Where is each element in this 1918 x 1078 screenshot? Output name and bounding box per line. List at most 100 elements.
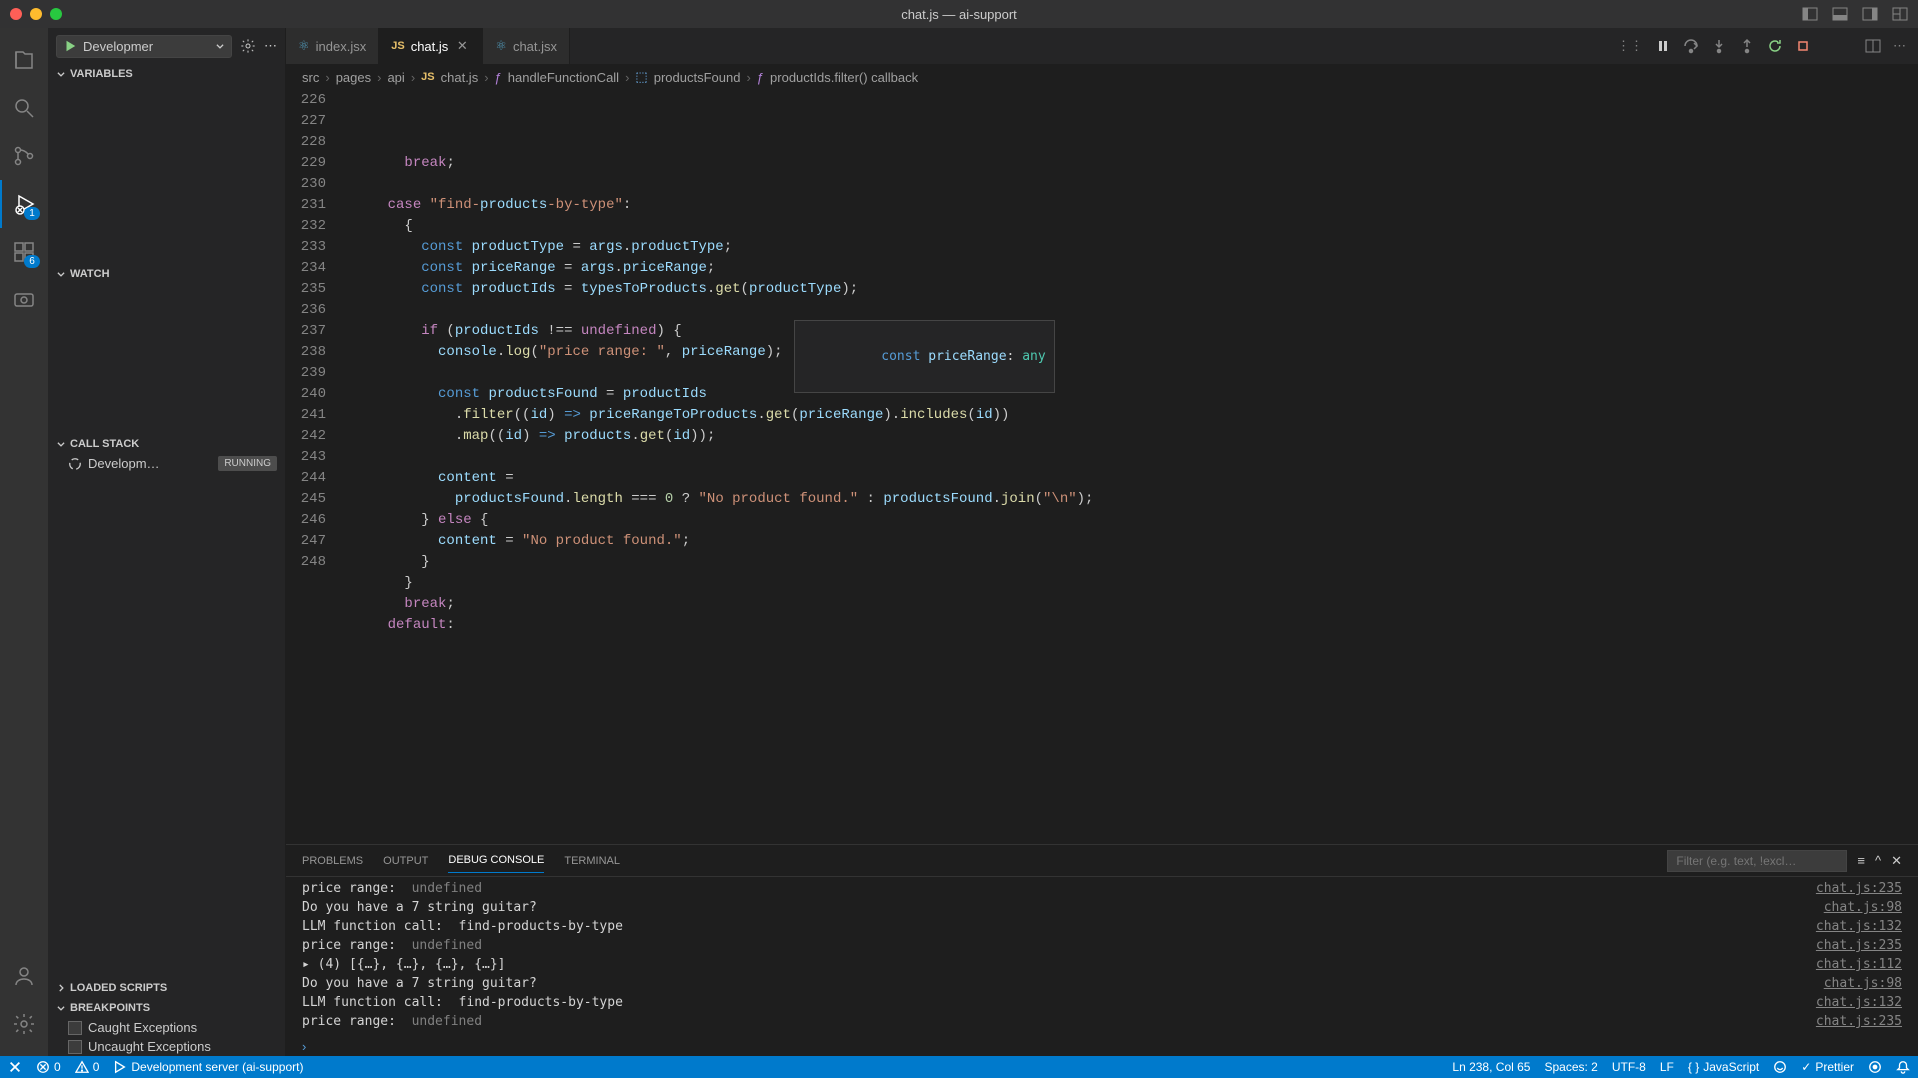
layout-sidebar-left-icon[interactable]: [1802, 6, 1818, 22]
chevron-down-icon: [215, 41, 225, 51]
gear-icon[interactable]: [240, 38, 256, 54]
chevron-down-icon: [56, 269, 66, 279]
chevron-down-icon: [56, 1003, 66, 1013]
source-control-icon[interactable]: [0, 132, 48, 180]
remote-indicator[interactable]: [8, 1060, 22, 1074]
tab-index-jsx[interactable]: ⚛ index.jsx: [286, 28, 379, 64]
pause-button[interactable]: [1655, 38, 1671, 54]
more-icon[interactable]: ⋯: [1893, 38, 1906, 54]
feedback-icon[interactable]: [1773, 1060, 1787, 1074]
indentation[interactable]: Spaces: 2: [1544, 1060, 1597, 1074]
accounts-icon[interactable]: [0, 952, 48, 1000]
statusbar: 0 0 Development server (ai-support) Ln 2…: [0, 1056, 1918, 1078]
tab-debug-console[interactable]: DEBUG CONSOLE: [448, 848, 544, 873]
variable-icon: ⬚: [635, 69, 647, 85]
language-mode[interactable]: { }JavaScript: [1688, 1060, 1759, 1074]
watch-section[interactable]: WATCH: [48, 264, 285, 284]
debug-badge: 1: [24, 207, 40, 220]
panel-tabs: PROBLEMS OUTPUT DEBUG CONSOLE TERMINAL ≡…: [286, 845, 1918, 877]
react-icon: ⚛: [495, 38, 507, 54]
activitybar: 1 6: [0, 28, 48, 1056]
eol[interactable]: LF: [1660, 1060, 1674, 1074]
chevron-down-icon: [56, 439, 66, 449]
breakpoints-section[interactable]: BREAKPOINTS: [48, 998, 285, 1018]
tab-problems[interactable]: PROBLEMS: [302, 849, 363, 873]
drag-handle-icon[interactable]: ⋮⋮: [1617, 38, 1643, 54]
maximize-window[interactable]: [50, 8, 62, 20]
restart-button[interactable]: [1767, 38, 1783, 54]
function-icon: ƒ: [495, 70, 502, 85]
tab-terminal[interactable]: TERMINAL: [564, 849, 620, 873]
hover-tooltip: const priceRange: any: [794, 320, 1055, 393]
errors-count[interactable]: 0: [36, 1060, 61, 1074]
checkbox[interactable]: [68, 1040, 82, 1054]
collapse-up-icon[interactable]: ^: [1875, 853, 1881, 868]
play-icon: [63, 39, 77, 53]
callstack-item[interactable]: Developm… RUNNING: [48, 454, 285, 473]
react-icon: ⚛: [298, 38, 310, 54]
extensions-badge: 6: [24, 255, 40, 268]
loading-icon: [68, 457, 82, 471]
warnings-count[interactable]: 0: [75, 1060, 100, 1074]
sync-icon[interactable]: [1868, 1060, 1882, 1074]
function-icon: ƒ: [757, 70, 764, 85]
step-into-button[interactable]: [1711, 38, 1727, 54]
bottom-panel: PROBLEMS OUTPUT DEBUG CONSOLE TERMINAL ≡…: [286, 844, 1918, 1056]
loaded-scripts-section[interactable]: LOADED SCRIPTS: [48, 978, 285, 998]
window-controls: [10, 8, 62, 20]
editor-area: ⚛ index.jsx JS chat.js ✕ ⚛ chat.jsx ⋮⋮: [286, 28, 1918, 1056]
editor-tabs: ⚛ index.jsx JS chat.js ✕ ⚛ chat.jsx ⋮⋮: [286, 28, 1918, 64]
debug-config-name: Developmer: [83, 39, 153, 54]
close-window[interactable]: [10, 8, 22, 20]
line-numbers: 2262272282292302312322332342352362372382…: [286, 90, 344, 844]
window-title: chat.js — ai-support: [901, 7, 1017, 22]
console-input-line[interactable]: ›: [286, 1037, 1918, 1056]
notifications-icon[interactable]: [1896, 1060, 1910, 1074]
step-over-button[interactable]: [1683, 38, 1699, 54]
prettier-status[interactable]: ✓Prettier: [1801, 1060, 1854, 1074]
layout-sidebar-right-icon[interactable]: [1862, 6, 1878, 22]
split-editor-icon[interactable]: [1865, 38, 1881, 54]
cursor-position[interactable]: Ln 238, Col 65: [1452, 1060, 1530, 1074]
js-icon: JS: [421, 71, 434, 83]
debug-sidebar: Developmer ⋯ VARIABLES WATCH CALL STACK: [48, 28, 286, 1056]
settings-icon[interactable]: [0, 1000, 48, 1048]
tab-chat-jsx[interactable]: ⚛ chat.jsx: [483, 28, 570, 64]
filter-input[interactable]: [1667, 850, 1847, 872]
titlebar-actions: [1802, 6, 1908, 22]
step-out-button[interactable]: [1739, 38, 1755, 54]
tree-view-icon[interactable]: ≡: [1857, 853, 1865, 868]
running-badge: RUNNING: [218, 456, 277, 471]
close-panel-icon[interactable]: ✕: [1891, 853, 1902, 869]
encoding[interactable]: UTF-8: [1612, 1060, 1646, 1074]
callstack-section[interactable]: CALL STACK: [48, 434, 285, 454]
layout-panel-icon[interactable]: [1832, 6, 1848, 22]
breakpoint-caught[interactable]: Caught Exceptions: [48, 1018, 285, 1037]
titlebar: chat.js — ai-support: [0, 0, 1918, 28]
debug-toolbar: Developmer ⋯: [48, 28, 285, 64]
breadcrumbs[interactable]: src› pages› api› JS chat.js› ƒ handleFun…: [286, 64, 1918, 90]
minimize-window[interactable]: [30, 8, 42, 20]
js-icon: JS: [391, 40, 404, 52]
variables-section[interactable]: VARIABLES: [48, 64, 285, 84]
checkbox[interactable]: [68, 1021, 82, 1035]
tab-output[interactable]: OUTPUT: [383, 849, 428, 873]
code-editor[interactable]: 2262272282292302312322332342352362372382…: [286, 90, 1918, 844]
debug-config-dropdown[interactable]: Developmer: [56, 35, 232, 58]
breakpoint-uncaught[interactable]: Uncaught Exceptions: [48, 1037, 285, 1056]
more-icon[interactable]: ⋯: [264, 38, 277, 54]
customize-layout-icon[interactable]: [1892, 6, 1908, 22]
prompt-icon: ›: [302, 1039, 306, 1054]
search-icon[interactable]: [0, 84, 48, 132]
debug-console-output[interactable]: price range: undefinedchat.js:235Do you …: [286, 877, 1918, 1037]
debug-icon[interactable]: 1: [0, 180, 48, 228]
extensions-icon[interactable]: 6: [0, 228, 48, 276]
chevron-right-icon: [56, 983, 66, 993]
stop-button[interactable]: [1795, 38, 1811, 54]
debug-controls: ⋮⋮ ⋯: [1605, 28, 1918, 64]
close-icon[interactable]: ✕: [454, 38, 470, 54]
dev-server-status[interactable]: Development server (ai-support): [113, 1060, 303, 1074]
tab-chat-js[interactable]: JS chat.js ✕: [379, 28, 483, 64]
remote-icon[interactable]: [0, 276, 48, 324]
explorer-icon[interactable]: [0, 36, 48, 84]
